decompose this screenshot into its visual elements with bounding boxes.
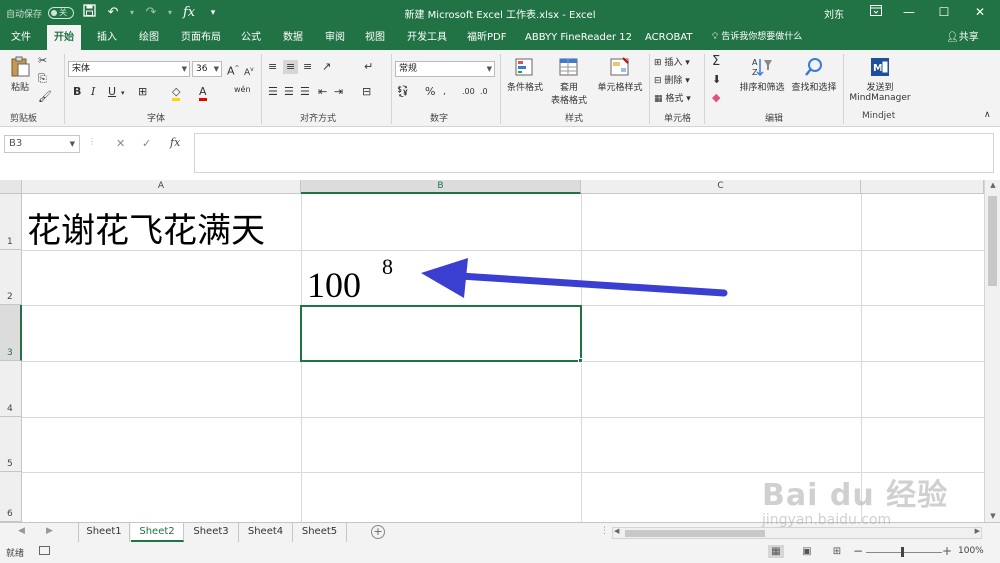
zoom-slider[interactable]	[866, 552, 942, 553]
scroll-right-icon[interactable]: ▶	[975, 527, 980, 535]
normal-view-icon[interactable]: ▦	[768, 545, 784, 558]
sheet-tab-5[interactable]: Sheet5	[293, 523, 347, 542]
tab-split-dots-icon[interactable]: ⋮	[600, 526, 609, 536]
page-layout-view-icon[interactable]: ▣	[799, 545, 815, 558]
vertical-scrollbar[interactable]: ▲ ▼	[984, 180, 1000, 522]
status-ready: 就绪	[6, 549, 25, 559]
horizontal-scrollbar[interactable]: ◀ ▶	[612, 527, 982, 539]
sheet-tab-3[interactable]: Sheet3	[184, 523, 239, 542]
zoom-slider-thumb[interactable]	[901, 547, 904, 557]
macro-record-icon[interactable]	[39, 546, 50, 555]
scroll-thumb[interactable]	[988, 196, 997, 286]
scroll-thumb[interactable]	[625, 530, 765, 537]
watermark-main: Bai du 经验	[762, 478, 949, 513]
zoom-in-icon[interactable]: +	[942, 544, 952, 558]
add-sheet-button[interactable]: +	[371, 525, 385, 539]
prev-sheet-icon[interactable]: ◀	[18, 526, 25, 536]
zoom-out-icon[interactable]: −	[853, 544, 863, 558]
sheet-tab-2[interactable]: Sheet2	[131, 523, 184, 542]
watermark-url: jingyan.baidu.com	[762, 512, 892, 528]
baidu-jingyan-watermark: Bai du 经验 jingyan.baidu.com	[762, 470, 948, 528]
scroll-up-icon[interactable]: ▲	[985, 181, 1000, 189]
status-bar: 就绪 ▦ ▣ ⊞ − + 100%	[0, 542, 1000, 563]
page-break-view-icon[interactable]: ⊞	[829, 545, 845, 558]
scroll-left-icon[interactable]: ◀	[614, 527, 619, 535]
sheet-tab-1[interactable]: Sheet1	[78, 523, 130, 542]
sheet-tab-4[interactable]: Sheet4	[239, 523, 293, 542]
next-sheet-icon[interactable]: ▶	[46, 526, 53, 536]
scroll-down-icon[interactable]: ▼	[985, 512, 1000, 520]
zoom-level[interactable]: 100%	[958, 546, 984, 556]
